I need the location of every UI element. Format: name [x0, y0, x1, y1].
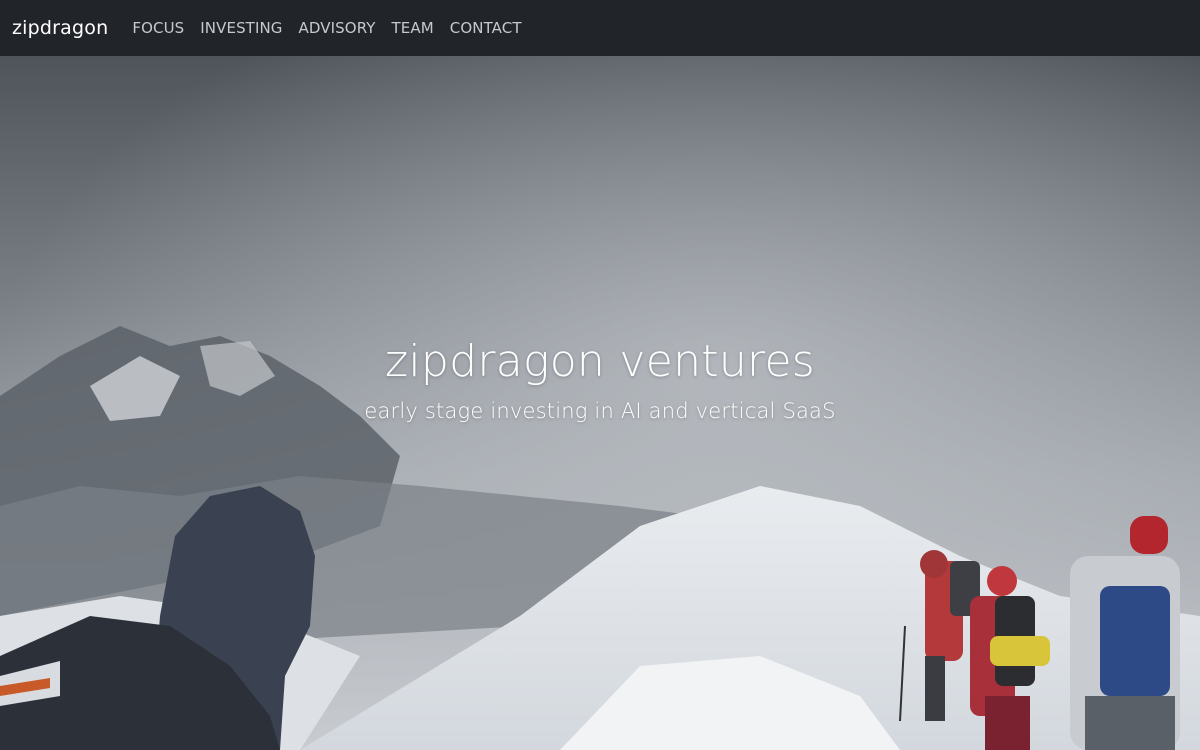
hero-section: zipdragon ventures early stage investing… — [0, 56, 1200, 750]
nav-links: FOCUS INVESTING ADVISORY TEAM CONTACT — [132, 19, 537, 37]
hero-subtitle: early stage investing in AI and vertical… — [364, 399, 836, 423]
hero-text: zipdragon ventures early stage investing… — [0, 336, 1200, 423]
nav-link-team[interactable]: TEAM — [392, 19, 434, 37]
nav-link-investing[interactable]: INVESTING — [200, 19, 282, 37]
nav-link-focus[interactable]: FOCUS — [132, 19, 184, 37]
nav-link-advisory[interactable]: ADVISORY — [299, 19, 376, 37]
brand-link[interactable]: zipdragon — [12, 17, 108, 39]
hero-title: zipdragon ventures — [384, 336, 816, 387]
nav-link-contact[interactable]: CONTACT — [450, 19, 522, 37]
navbar: zipdragon FOCUS INVESTING ADVISORY TEAM … — [0, 0, 1200, 56]
